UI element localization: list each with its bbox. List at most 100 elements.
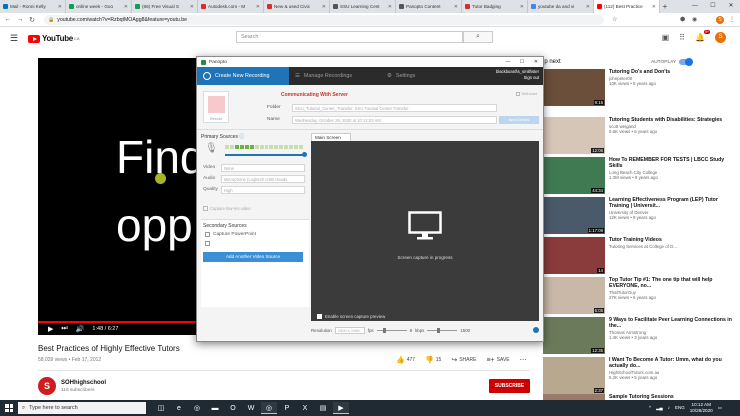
recommendation-item[interactable]: 44:34 How To REMEMBER FOR TESTS | LBCC St… — [543, 157, 733, 194]
close-tab-icon[interactable]: ✕ — [188, 4, 194, 10]
recommendation-item[interactable]: 1:17:09 Learning Effectiveness Program (L… — [543, 197, 733, 234]
recommendation-title[interactable]: Tutoring Students with Disabilities: Str… — [609, 117, 722, 123]
close-tab-icon[interactable]: ✕ — [386, 4, 392, 10]
preview-checkbox[interactable]: Enable screen capture preview — [317, 314, 385, 319]
info-icon[interactable]: ⓘ — [239, 134, 244, 140]
recommendation-item[interactable]: 9:15 Tutoring Do's and Don'ts johnpeter00 1… — [543, 69, 733, 106]
extra-checkbox[interactable] — [205, 241, 210, 246]
excel-icon[interactable]: X — [297, 402, 313, 414]
browser-tab[interactable]: youtube da and vi ✕ — [528, 0, 594, 13]
recommendation-title[interactable]: I Want To Become A Tutor: Umm, what do y… — [609, 357, 733, 369]
recommendation-item[interactable]: 2:37 I Want To Become A Tutor: Umm, what … — [543, 357, 733, 394]
maximize-icon[interactable]: ☐ — [704, 0, 722, 13]
subscribe-button[interactable]: SUBSCRIBE — [489, 379, 530, 393]
video-thumbnail[interactable]: 9:15 — [543, 69, 605, 106]
tray-arrow-icon[interactable]: ^ — [649, 405, 651, 410]
search-button[interactable]: ⌕ — [463, 31, 493, 43]
panopto-taskbar-icon[interactable]: ▶ — [333, 402, 349, 414]
menu-icon[interactable]: ⋮ — [729, 16, 735, 23]
close-tab-icon[interactable]: ✕ — [518, 4, 524, 10]
quality-select[interactable]: High — [221, 185, 305, 194]
close-tab-icon[interactable]: ✕ — [320, 4, 326, 10]
more-button[interactable]: ⋯ — [520, 356, 527, 364]
browser-tab[interactable]: SSU Learning Cent ✕ — [330, 0, 396, 13]
clock[interactable]: 10:12 AM 10/28/2020 — [690, 402, 713, 413]
close-tab-icon[interactable]: ✕ — [452, 4, 458, 10]
url-input[interactable]: 🔒 youtube.com/watch?v=RzbqtMOAgg8&featur… — [44, 15, 604, 25]
resolution-select[interactable]: 1600 x 1080 — [334, 326, 365, 334]
next-icon[interactable]: ⏭ — [61, 325, 67, 333]
app-icon[interactable]: ▤ — [315, 402, 331, 414]
new-tab-button[interactable]: + — [660, 2, 670, 11]
video-thumbnail[interactable]: 44:34 — [543, 157, 605, 194]
low-res-checkbox[interactable]: Capture low-res video — [203, 206, 251, 211]
audio-gain-slider[interactable] — [225, 152, 307, 157]
recommendation-item[interactable]: 14 Tutor Training Videos Tutoring Services… — [543, 237, 733, 274]
dislike-button[interactable]: 👎 15 — [425, 356, 441, 364]
back-icon[interactable]: ← — [3, 16, 13, 23]
close-tab-icon[interactable]: ✕ — [56, 4, 62, 10]
channel-name[interactable]: SOHhighschool — [61, 380, 106, 386]
maximize-icon[interactable]: ☐ — [515, 57, 529, 67]
play-icon[interactable]: ▶ — [48, 325, 53, 333]
task-view-icon[interactable]: ◫ — [153, 402, 169, 414]
word-icon[interactable]: W — [243, 402, 259, 414]
kbps-slider[interactable] — [427, 327, 458, 333]
tab-create-new-recording[interactable]: Create New Recording — [197, 67, 289, 85]
extension-icon[interactable]: ◉ — [692, 16, 697, 23]
browser-tab[interactable]: online week - Goo ✕ — [66, 0, 132, 13]
channel-avatar[interactable]: S — [38, 377, 56, 395]
browser-tab[interactable]: (112) Best Practice ✕ — [594, 0, 660, 13]
recommendation-title[interactable]: Tutoring Do's and Don'ts — [609, 69, 670, 75]
recommendation-title[interactable]: Learning Effectiveness Program (LEP) Tut… — [609, 197, 733, 209]
sign-out-link[interactable]: Sign out — [496, 75, 539, 81]
recommendation-channel[interactable]: Tutoring Services at College of D... — [609, 244, 677, 249]
reload-icon[interactable]: ↻ — [27, 16, 37, 24]
video-thumbnail[interactable]: 12:35 — [543, 317, 605, 354]
create-video-icon[interactable]: ▣ — [662, 33, 670, 42]
file-explorer-icon[interactable]: ▬ — [207, 402, 223, 414]
hamburger-icon[interactable]: ☰ — [10, 33, 18, 44]
volume-icon[interactable]: 🔊 — [76, 325, 85, 333]
webcast-checkbox[interactable]: Webcast — [515, 91, 537, 96]
video-thumbnail[interactable]: 2:37 — [543, 357, 605, 394]
browser-tab[interactable]: Tutor Badging ✕ — [462, 0, 528, 13]
taskbar-search-input[interactable]: ⌕ Type here to search — [18, 402, 146, 414]
close-tab-icon[interactable]: ✕ — [650, 4, 656, 10]
youtube-logo[interactable]: YouTube CA — [28, 34, 80, 43]
recommendation-title[interactable]: How To REMEMBER FOR TESTS | LBCC Study S… — [609, 157, 733, 169]
main-screen-tab[interactable]: Main Screen — [311, 133, 351, 141]
powerpoint-icon[interactable]: P — [279, 402, 295, 414]
browser-tab[interactable]: Panopto Content ✕ — [396, 0, 462, 13]
recommendation-title[interactable]: Tutor Training Videos — [609, 237, 677, 243]
browser-tab[interactable]: Mail - Ronni Kelly ✕ — [0, 0, 66, 13]
edge-icon[interactable]: e — [171, 402, 187, 414]
audio-source-select[interactable]: Microphone (Logitech USB Heads — [221, 174, 305, 183]
browser-tab[interactable]: Autodesk.com - M ✕ — [198, 0, 264, 13]
close-icon[interactable]: ✕ — [529, 57, 543, 67]
autoplay-toggle[interactable] — [679, 58, 694, 66]
star-icon[interactable]: ☆ — [612, 16, 617, 23]
add-details-button[interactable]: Add Details — [499, 116, 539, 124]
language-indicator[interactable]: ENG — [675, 405, 685, 410]
chrome-icon[interactable]: ◎ — [189, 402, 205, 414]
save-button[interactable]: ≡+ SAVE — [486, 357, 509, 364]
name-field[interactable]: Wednesday, October 28, 2020 at 10:12:03 … — [292, 116, 497, 124]
record-button[interactable]: Record — [203, 91, 229, 123]
recommendation-item[interactable]: 12:06 Tutoring Students with Disabilities… — [543, 117, 733, 154]
add-video-source-button[interactable]: Add Another Video Source — [203, 252, 303, 262]
tab-manage-recordings[interactable]: ☰ Manage Recordings — [289, 67, 381, 85]
chrome-active-icon[interactable]: ◎ — [261, 402, 277, 414]
recommendation-item[interactable]: 6:05 Top Tutor Tip #1: The one tip that w… — [543, 277, 733, 314]
bell-icon[interactable]: 🔔 9+ — [695, 30, 710, 42]
notifications-icon[interactable]: ▭ — [718, 405, 722, 411]
windows-start-icon[interactable] — [5, 404, 13, 412]
minimize-icon[interactable]: — — [501, 57, 515, 67]
apps-icon[interactable]: ⠿ — [679, 33, 685, 42]
video-thumbnail[interactable]: 6:05 — [543, 277, 605, 314]
folder-field[interactable]: SSU_Tutorial_Center_Transfer: SSU Tutori… — [292, 104, 497, 112]
speaker-icon[interactable]: ♪ — [668, 405, 670, 410]
share-button[interactable]: ↪ SHARE — [451, 356, 476, 364]
recommendation-title[interactable]: 9 Ways to Facilitate Peer Learning Conne… — [609, 317, 733, 329]
close-tab-icon[interactable]: ✕ — [254, 4, 260, 10]
